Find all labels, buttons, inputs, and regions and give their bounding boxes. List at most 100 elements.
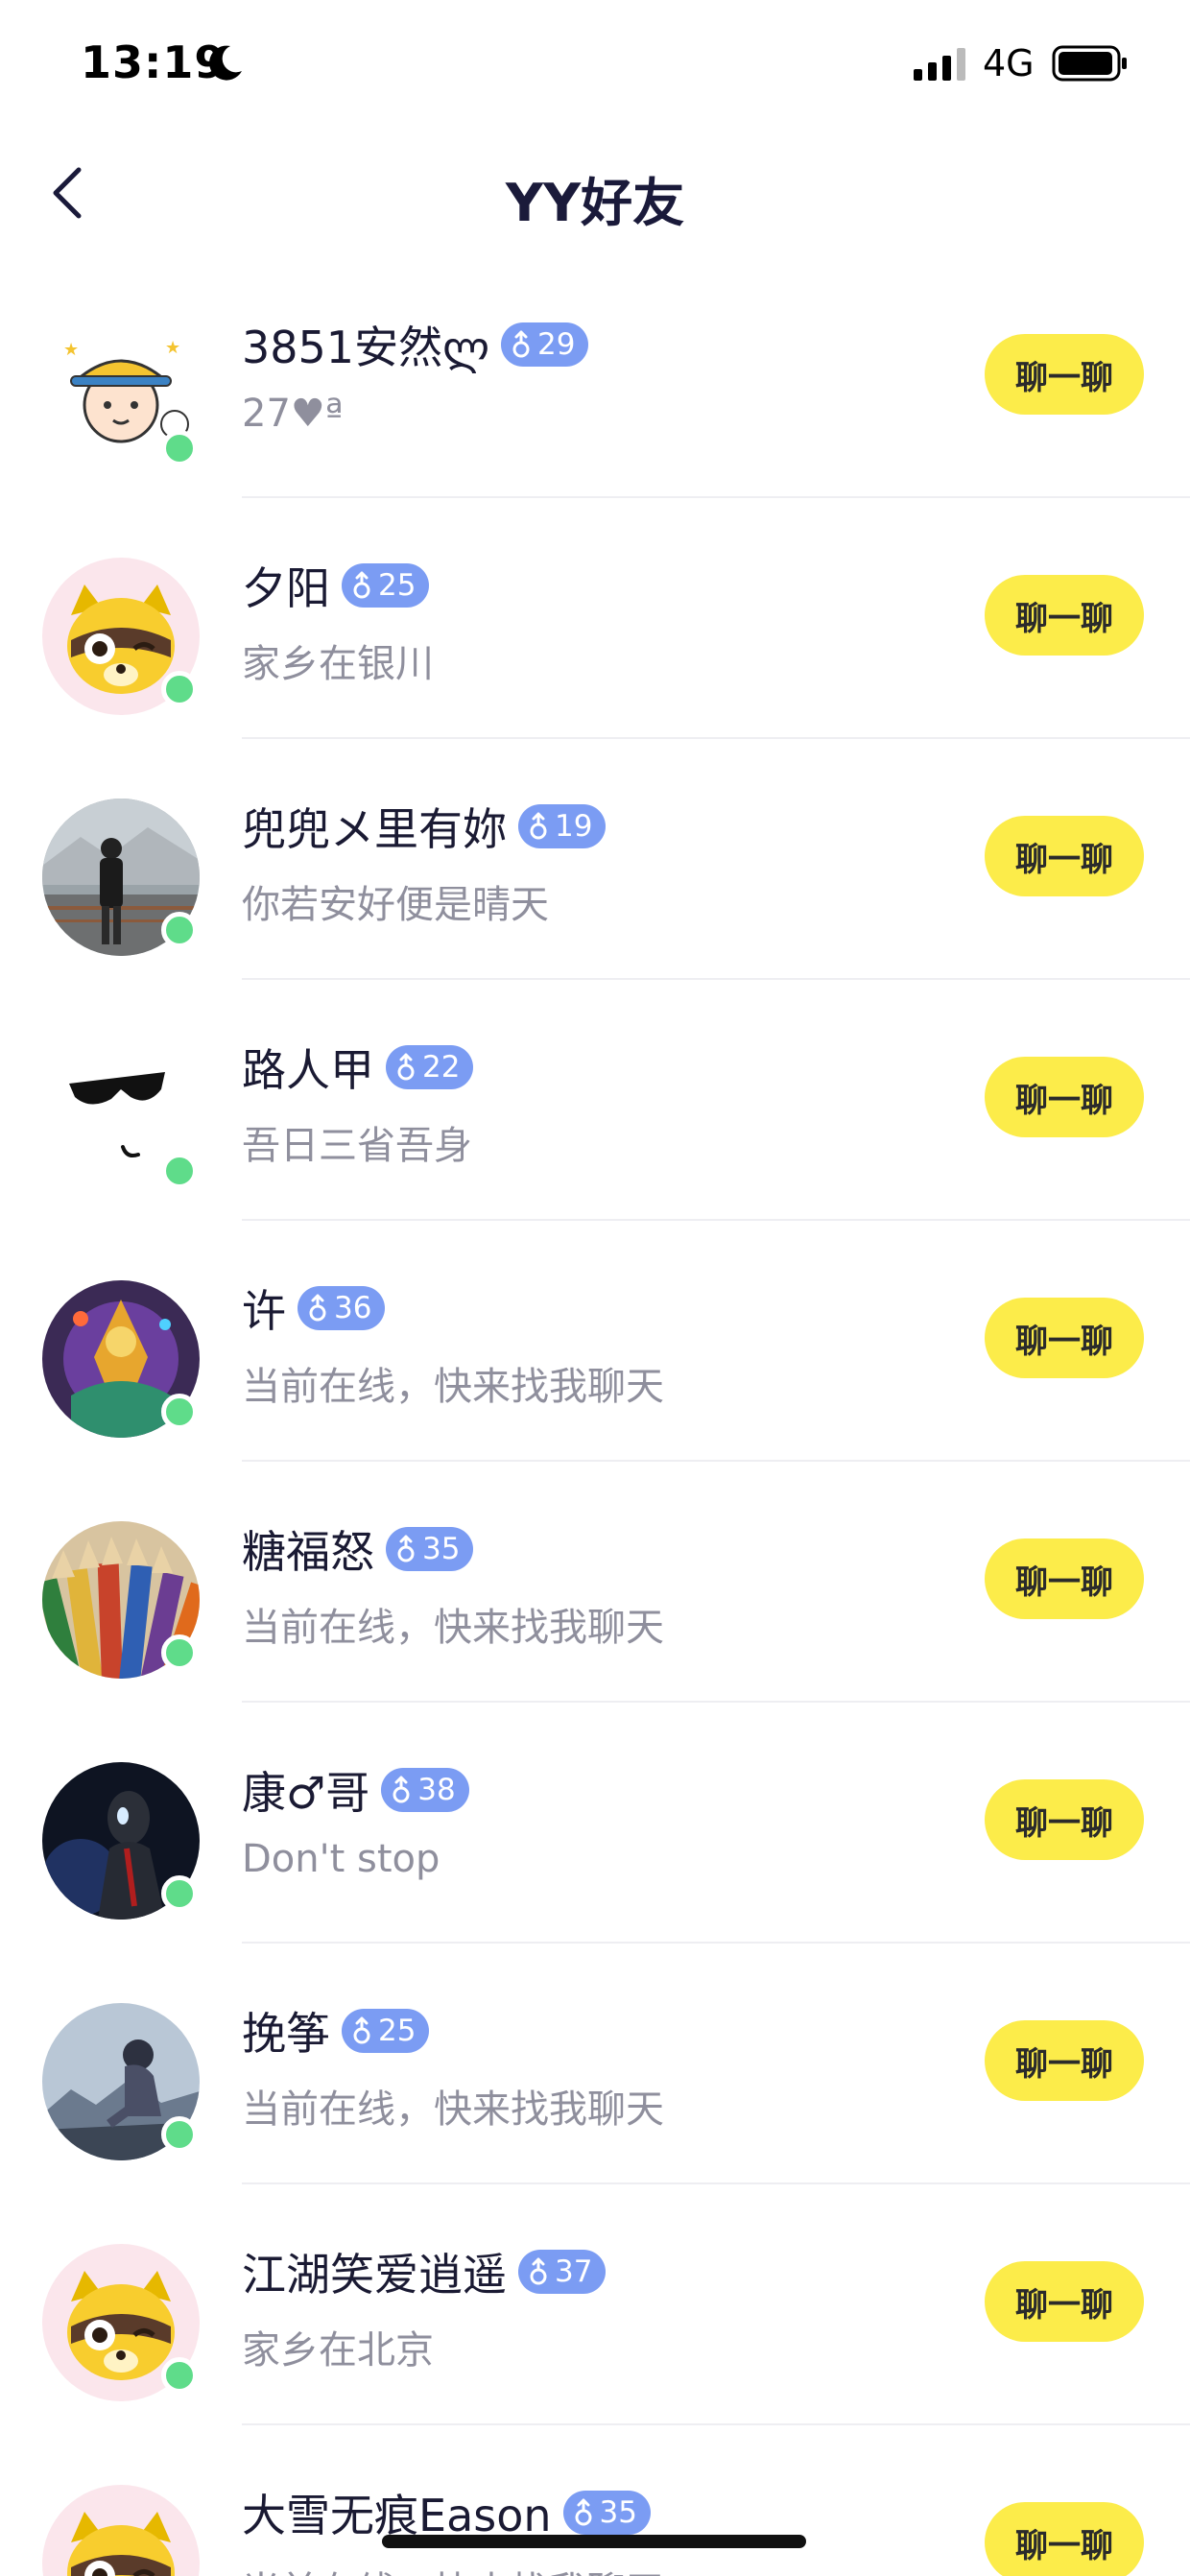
age-value: 25 [378, 568, 416, 603]
male-gender-icon [530, 2257, 547, 2285]
avatar-wrap[interactable] [42, 2244, 200, 2401]
chat-button[interactable]: 聊一聊 [985, 1298, 1144, 1378]
avatar-wrap[interactable] [42, 2485, 200, 2576]
friend-name: 路人甲 [242, 1044, 374, 1096]
chat-button[interactable]: 聊一聊 [985, 1779, 1144, 1860]
chat-button[interactable]: 聊一聊 [985, 2020, 1144, 2101]
age-value: 35 [599, 2495, 637, 2530]
age-badge: 25 [342, 2009, 430, 2053]
age-badge: 37 [518, 2250, 607, 2294]
chat-button[interactable]: 聊一聊 [985, 334, 1144, 415]
friend-name: 夕阳 [242, 562, 330, 614]
age-badge: 36 [298, 1286, 386, 1330]
name-line: 路人甲 22 [242, 1038, 474, 1097]
friend-subtitle: 当前在线，快来找我聊天 [242, 1606, 664, 1650]
name-line: 3851安然ლ 29 [242, 315, 589, 374]
avatar-wrap[interactable] [42, 558, 200, 715]
name-line: 挽筝 25 [242, 2001, 430, 2061]
chat-button[interactable]: 聊一聊 [985, 1057, 1144, 1137]
male-gender-icon [397, 1053, 415, 1081]
online-status-dot [161, 1394, 198, 1430]
name-line: 江湖笑爱逍遥 37 [242, 2242, 607, 2302]
age-value: 38 [417, 1773, 456, 1807]
male-gender-icon [353, 571, 370, 599]
page-title: YY好友 [505, 173, 685, 233]
friend-name: 江湖笑爱逍遥 [242, 2249, 507, 2301]
age-badge: 35 [386, 1527, 474, 1571]
name-line: 糖福怒 35 [242, 1519, 474, 1579]
friend-subtitle: 27♥ª [242, 392, 344, 436]
avatar-wrap[interactable]: ★ ★ [42, 317, 200, 474]
avatar-wrap[interactable] [42, 1280, 200, 1438]
name-line: 康♂哥 38 [242, 1760, 469, 1820]
friend-row[interactable]: ★ ★ 3851安然ლ 29 27♥ª 聊一聊 [0, 257, 1190, 498]
age-badge: 29 [501, 322, 589, 367]
male-gender-icon [353, 2016, 370, 2044]
friend-row[interactable]: 挽筝 25 当前在线，快来找我聊天 聊一聊 [0, 1944, 1190, 2184]
friend-subtitle: 吾日三省吾身 [242, 1124, 472, 1168]
friend-name: 康♂哥 [242, 1767, 370, 1819]
age-value: 25 [378, 2014, 416, 2048]
friend-name: 许 [242, 1285, 286, 1337]
online-status-dot [161, 2357, 198, 2394]
age-value: 35 [422, 1532, 461, 1566]
friend-row[interactable]: 大雪无痕Eason35 当前在线，快来找我聊天 聊一聊 [0, 2425, 1190, 2576]
home-indicator[interactable] [382, 2535, 806, 2548]
online-status-dot [161, 430, 198, 466]
friend-row[interactable]: 糖福怒 35 当前在线，快来找我聊天 聊一聊 [0, 1462, 1190, 1703]
age-badge: 38 [381, 1768, 469, 1812]
avatar-wrap[interactable] [42, 1039, 200, 1197]
friend-row[interactable]: 兜兜メ里有妳 19 你若安好便是晴天 聊一聊 [0, 739, 1190, 980]
male-gender-icon [530, 812, 547, 840]
chat-button[interactable]: 聊一聊 [985, 1538, 1144, 1619]
age-value: 37 [555, 2254, 593, 2289]
friend-row[interactable]: 康♂哥 38 Don't stop 聊一聊 [0, 1703, 1190, 1944]
friend-subtitle: 当前在线，快来找我聊天 [242, 2087, 664, 2132]
age-value: 19 [555, 809, 593, 844]
age-value: 22 [422, 1050, 461, 1085]
friend-row[interactable]: 江湖笑爱逍遥 37 家乡在北京 聊一聊 [0, 2184, 1190, 2425]
avatar-wrap[interactable] [42, 2003, 200, 2160]
online-status-dot [161, 1875, 198, 1912]
friend-name: 挽筝 [242, 2008, 330, 2060]
avatar[interactable] [42, 2485, 200, 2576]
chat-button[interactable]: 聊一聊 [985, 575, 1144, 656]
nav-bar: YY好友 [0, 130, 1190, 254]
svg-text:★: ★ [165, 338, 180, 358]
friend-subtitle: 家乡在银川 [242, 642, 434, 686]
male-gender-icon [309, 1294, 326, 1322]
online-status-dot [161, 671, 198, 707]
age-value: 36 [334, 1291, 372, 1325]
page: 13:19 4G YY好友 ★ ★ 3851安然ლ 29 27♥ª 聊一聊 夕阳 25 家乡在银… [0, 0, 1190, 2576]
friend-name: 糖福怒 [242, 1526, 374, 1578]
friend-row[interactable]: 路人甲 22 吾日三省吾身 聊一聊 [0, 980, 1190, 1221]
friend-name: 兜兜メ里有妳 [242, 803, 507, 855]
avatar-wrap[interactable] [42, 799, 200, 956]
friend-row[interactable]: 许 36 当前在线，快来找我聊天 聊一聊 [0, 1221, 1190, 1462]
signal-icon [914, 48, 965, 81]
chat-button[interactable]: 聊一聊 [985, 816, 1144, 896]
friend-row[interactable]: 夕阳 25 家乡在银川 聊一聊 [0, 498, 1190, 739]
male-gender-icon [393, 1776, 410, 1803]
male-gender-icon [397, 1535, 415, 1562]
friend-subtitle: Don't stop [242, 1837, 440, 1881]
age-value: 29 [537, 327, 576, 362]
male-gender-icon [575, 2498, 592, 2526]
friend-subtitle: 当前在线，快来找我聊天 [242, 1365, 664, 1409]
chat-button[interactable]: 聊一聊 [985, 2502, 1144, 2576]
name-line: 夕阳 25 [242, 556, 430, 615]
friend-list: ★ ★ 3851安然ლ 29 27♥ª 聊一聊 夕阳 25 家乡在银川 聊一聊 兜兜メ里有妳 19 你若… [0, 257, 1190, 2576]
age-badge: 35 [562, 2491, 651, 2535]
avatar-wrap[interactable] [42, 1521, 200, 1679]
online-status-dot [161, 912, 198, 948]
moon-icon [209, 45, 242, 81]
chat-button[interactable]: 聊一聊 [985, 2261, 1144, 2342]
online-status-dot [161, 2116, 198, 2153]
friend-subtitle: 家乡在北京 [242, 2328, 434, 2373]
name-line: 兜兜メ里有妳 19 [242, 797, 607, 856]
avatar-wrap[interactable] [42, 1762, 200, 1920]
online-status-dot [161, 1153, 198, 1189]
name-line: 许 36 [242, 1278, 386, 1338]
age-badge: 22 [386, 1045, 474, 1089]
age-badge: 19 [518, 804, 607, 848]
